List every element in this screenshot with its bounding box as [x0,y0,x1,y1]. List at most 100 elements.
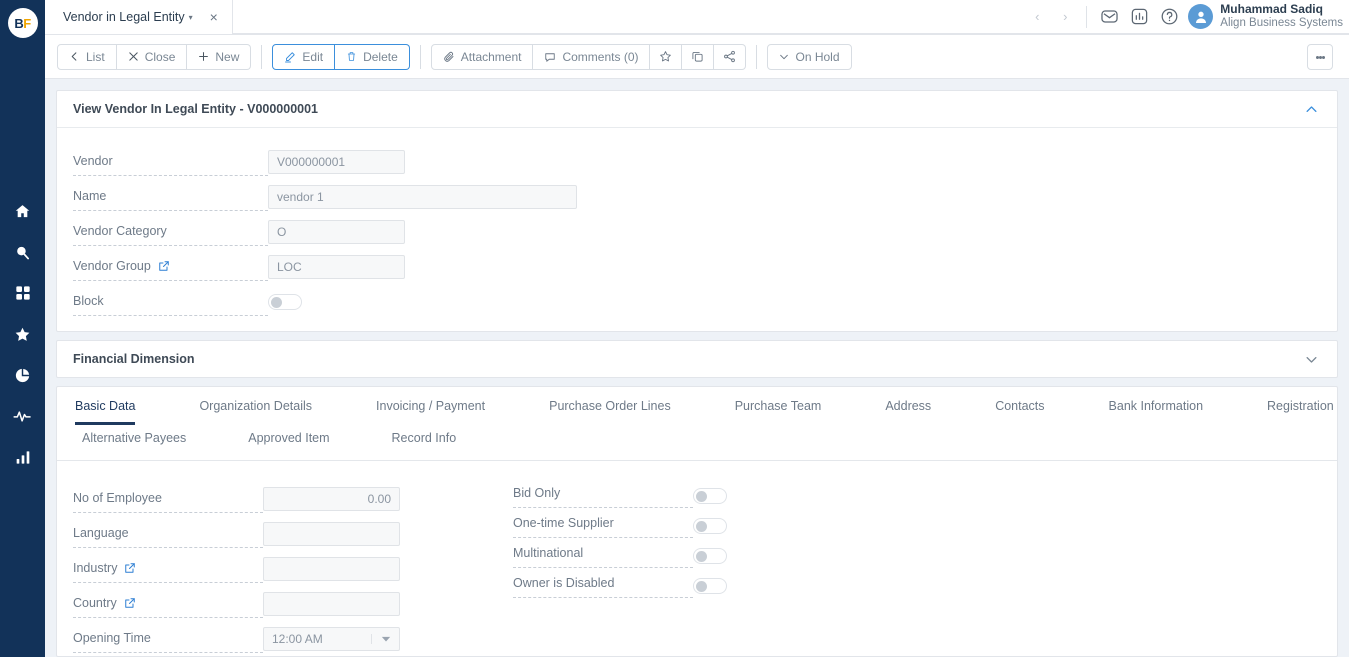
tab-registration[interactable]: Registration [1267,387,1334,425]
external-link-icon[interactable] [124,562,136,574]
comments-button-label: Comments (0) [562,49,639,64]
toolbar-divider-2 [419,44,421,69]
new-button[interactable]: New [187,43,252,70]
country-field[interactable] [263,591,400,616]
app-root: BF Vendor in Legal Entity ▾ × ‹ › Muhamm… [0,0,1349,657]
vendor-header-panel: View Vendor In Legal Entity - V000000001… [56,90,1338,332]
industry-field[interactable] [263,556,400,581]
tab-approved-item[interactable]: Approved Item [248,425,329,460]
more-options-button[interactable] [1307,44,1333,70]
vendor-category-field[interactable]: O [268,219,405,244]
logo-letter-f: F [23,15,31,31]
vendor-group-field[interactable]: LOC [268,254,405,279]
attachment-button[interactable]: Attachment [430,43,534,70]
field-row-name: Name vendor 1 [73,179,1321,214]
vendor-header-panel-header[interactable]: View Vendor In Legal Entity - V000000001 [57,91,1337,128]
nav-prev-icon[interactable]: ‹ [1023,0,1051,34]
close-button[interactable]: Close [116,43,188,70]
field-label-bid-only: Bid Only [513,480,693,508]
action-toolbar: List Close New Edit Delete Attachment Co… [45,35,1349,79]
tab-basic-data[interactable]: Basic Data [75,387,136,425]
tab-contacts[interactable]: Contacts [995,387,1044,425]
edit-delete-group: Edit Delete [272,43,410,70]
edit-button[interactable]: Edit [272,43,336,70]
close-icon[interactable]: × [210,10,218,24]
comments-button[interactable]: Comments (0) [533,43,651,70]
bar-chart-icon[interactable] [12,446,34,468]
toggle-knob [271,296,282,308]
list-button[interactable]: List [57,43,117,70]
mail-icon[interactable] [1094,0,1124,34]
bid-only-toggle[interactable] [693,488,727,504]
tab-record-info[interactable]: Record Info [392,425,457,460]
financial-dimension-panel: Financial Dimension [56,340,1338,378]
tab-row-2: Alternative Payees Approved Item Record … [57,425,1337,460]
multinational-toggle[interactable] [693,548,727,564]
chevron-up-icon[interactable] [1301,99,1321,119]
tab-address[interactable]: Address [885,387,931,425]
delete-button-label: Delete [363,49,398,64]
chevron-down-icon[interactable] [371,633,399,644]
toolbar-divider-1 [261,44,263,69]
tab-purchase-order-lines[interactable]: Purchase Order Lines [549,387,671,425]
activity-pulse-icon[interactable] [12,405,34,427]
name-field[interactable]: vendor 1 [268,184,577,209]
search-icon[interactable] [12,241,34,263]
opening-time-field[interactable]: 12:00 AM [263,626,400,651]
toggle-knob [696,521,707,532]
on-hold-button[interactable]: On Hold [767,43,852,70]
star-icon[interactable] [650,43,683,70]
tab-alternative-payees[interactable]: Alternative Payees [82,425,186,460]
financial-dimension-panel-header[interactable]: Financial Dimension [57,341,1337,377]
chevron-down-icon[interactable] [1301,349,1321,369]
language-field[interactable] [263,521,400,546]
field-label-block: Block [73,288,268,316]
help-icon[interactable] [1154,0,1184,34]
external-link-icon[interactable] [158,260,170,272]
tab-invoicing-payment[interactable]: Invoicing / Payment [376,387,485,425]
basic-data-right-column: Bid Only One-time Supplier Multinational [503,481,1321,656]
copy-icon[interactable] [682,43,715,70]
basic-data-left-column: No of Employee 0.00 Language Industry Co… [73,481,503,656]
field-label-country: Country [73,590,263,618]
user-info[interactable]: Muhammad Sadiq Align Business Systems [1220,3,1343,30]
attachment-group: Attachment Comments (0) [430,43,747,70]
vendor-header-fields: Vendor V000000001 Name vendor 1 Vendor C… [57,128,1337,331]
app-logo[interactable]: BF [7,8,38,38]
chevron-down-icon[interactable]: ▾ [189,13,193,22]
field-label-country-text: Country [73,595,117,610]
star-icon[interactable] [12,323,34,345]
pie-chart-icon[interactable] [12,364,34,386]
avatar[interactable] [1188,4,1214,29]
no-of-employee-field[interactable]: 0.00 [263,486,400,511]
toggle-knob [696,551,707,562]
external-link-icon[interactable] [124,597,136,609]
content-area: View Vendor In Legal Entity - V000000001… [45,79,1349,657]
tab-organization-details[interactable]: Organization Details [199,387,312,425]
owner-is-disabled-toggle[interactable] [693,578,727,594]
record-nav-group: List Close New [57,43,252,70]
document-tab-vendor-in-legal-entity[interactable]: Vendor in Legal Entity ▾ × [45,0,233,34]
field-row-vendor-category: Vendor Category O [73,214,1321,249]
tab-purchase-team[interactable]: Purchase Team [735,387,822,425]
field-row-language: Language [73,516,503,551]
edit-button-label: Edit [302,49,324,64]
field-label-vendor-category: Vendor Category [73,218,268,246]
apps-grid-icon[interactable] [12,282,34,304]
one-time-supplier-toggle[interactable] [693,518,727,534]
field-row-industry: Industry [73,551,503,586]
share-icon[interactable] [714,43,747,70]
field-label-name: Name [73,183,268,211]
tab-row-1: Basic Data Organization Details Invoicin… [57,387,1337,425]
vendor-field[interactable]: V000000001 [268,149,405,174]
home-icon[interactable] [12,200,34,222]
chart-icon[interactable] [1124,0,1154,34]
financial-dimension-title: Financial Dimension [73,352,195,366]
block-toggle[interactable] [268,293,302,310]
document-tab-label: Vendor in Legal Entity [63,10,185,24]
basic-data-panel: No of Employee 0.00 Language Industry Co… [57,461,1337,656]
nav-next-icon[interactable]: › [1051,0,1079,34]
tab-bank-information[interactable]: Bank Information [1109,387,1204,425]
list-button-label: List [86,49,105,64]
delete-button[interactable]: Delete [335,43,410,70]
